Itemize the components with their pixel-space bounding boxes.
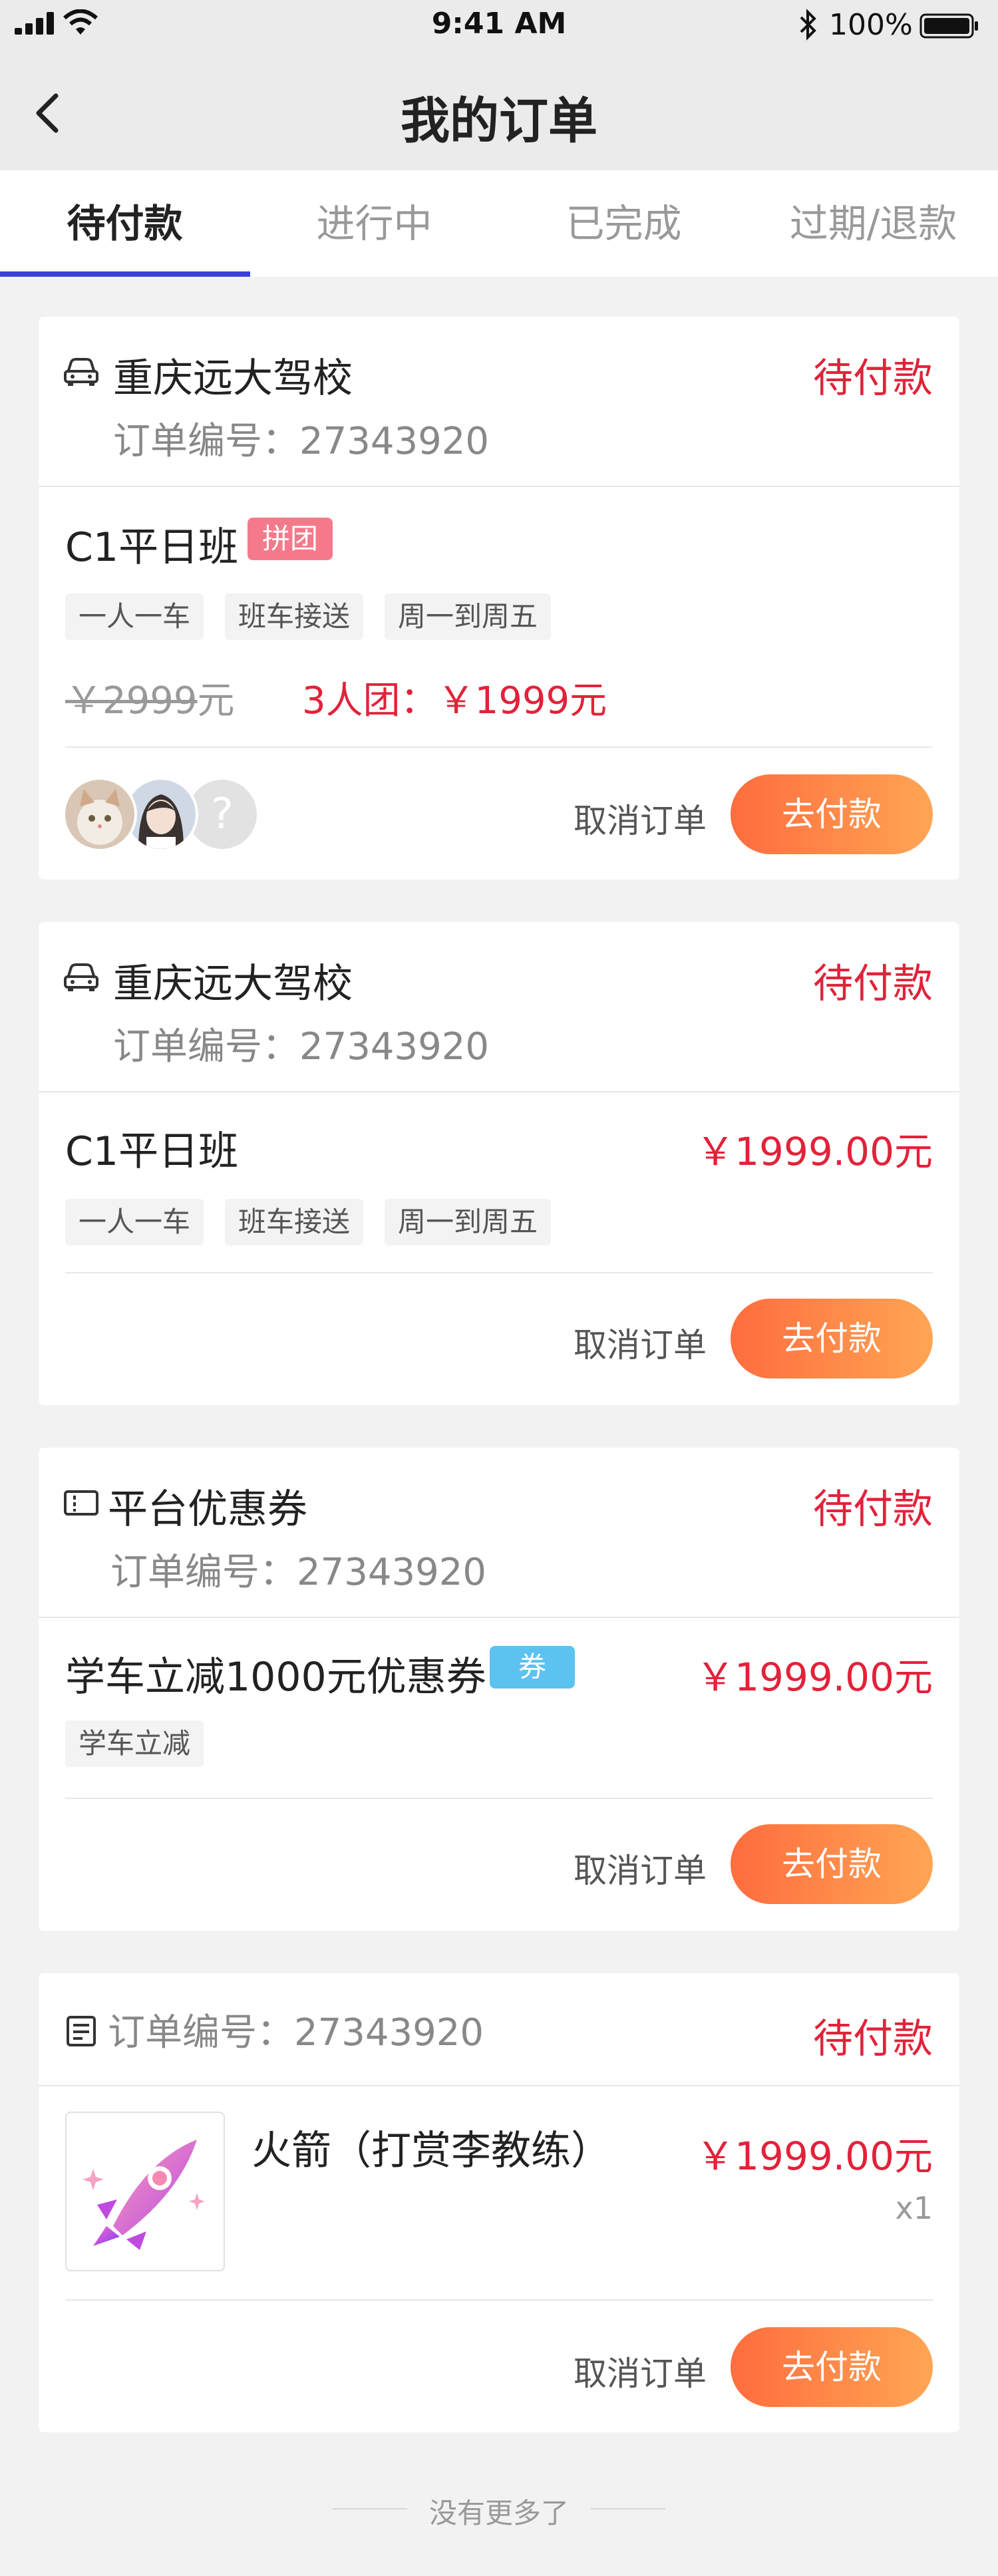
no-more-text: 没有更多了 [428, 2497, 569, 2529]
battery-icon [919, 13, 978, 39]
question-mark-icon: ? [211, 790, 234, 839]
order-status: 待付款 [813, 355, 933, 402]
status-bar: 9:41 AM 100% [0, 0, 998, 56]
product-name: C1平日班 [65, 1128, 239, 1175]
original-price-value: ￥2999 [65, 679, 198, 723]
pay-button[interactable]: 去付款 [731, 1299, 933, 1378]
order-card: 订单编号：27343920 待付款 火箭（打赏李教练） ￥1999.00元 x1… [39, 1973, 959, 2432]
tab-expired-refund[interactable]: 过期/退款 [748, 170, 998, 277]
tab-in-progress[interactable]: 进行中 [250, 170, 499, 277]
divider [65, 1272, 933, 1273]
order-card: 平台优惠券 待付款 订单编号：27343920 学车立减1000元优惠券 券 ￥… [39, 1448, 959, 1931]
order-status: 待付款 [813, 961, 933, 1007]
product-name: 学车立减1000元优惠券 [65, 1654, 486, 1700]
divider [65, 746, 933, 748]
coupon-badge: 券 [490, 1646, 575, 1689]
pay-button[interactable]: 去付款 [731, 774, 933, 854]
feature-tag: 学车立减 [65, 1720, 204, 1767]
nav-bar: 我的订单 [0, 56, 998, 170]
divider [39, 1617, 959, 1618]
quantity: x1 [895, 2190, 933, 2226]
cancel-order-button[interactable]: 取消订单 [574, 1319, 707, 1367]
feature-tag: 班车接送 [225, 1199, 364, 1245]
footer-line-right [591, 2508, 665, 2509]
cancel-order-button[interactable]: 取消订单 [574, 2347, 707, 2395]
car-icon [64, 358, 98, 386]
battery-percent: 100% [829, 8, 913, 42]
tab-indicator [0, 271, 250, 277]
product-thumbnail [65, 2112, 225, 2271]
order-number: 订单编号：27343920 [108, 2011, 484, 2054]
order-card: 重庆远大驾校 待付款 订单编号：27343920 C1平日班 ￥1999.00元… [39, 922, 959, 1405]
tab-completed[interactable]: 已完成 [499, 170, 748, 277]
original-price: ￥2999元 [65, 671, 235, 724]
order-number: 订单编号：27343920 [113, 420, 490, 463]
bluetooth-icon [800, 9, 816, 41]
feature-tag: 一人一车 [65, 1199, 204, 1245]
product-price: ￥1999.00元 [696, 1129, 933, 1174]
divider [39, 1091, 959, 1092]
feature-tag: 一人一车 [65, 593, 204, 640]
product-price: ￥1999.00元 [696, 1655, 933, 1700]
group-buy-badge: 拼团 [248, 518, 333, 560]
divider [65, 1798, 933, 1799]
shop-name: 重庆远大驾校 [113, 961, 353, 1007]
feature-tag: 班车接送 [225, 593, 364, 640]
document-icon [67, 2016, 96, 2046]
car-icon [64, 963, 98, 991]
tab-pending-payment[interactable]: 待付款 [0, 170, 250, 277]
ticket-icon [64, 1490, 98, 1516]
divider [39, 486, 959, 487]
rocket-icon [83, 2140, 205, 2250]
divider [65, 2299, 933, 2301]
pay-button[interactable]: 去付款 [731, 1824, 933, 1904]
product-name: 火箭（打赏李教练） [251, 2128, 611, 2174]
tab-bar: 待付款 进行中 已完成 过期/退款 [0, 170, 998, 277]
cat-avatar [63, 777, 137, 852]
order-number: 订单编号：27343920 [113, 1025, 490, 1068]
cancel-order-button[interactable]: 取消订单 [574, 794, 707, 842]
pay-button[interactable]: 去付款 [731, 2327, 933, 2407]
order-card: 重庆远大驾校 待付款 订单编号：27343920 C1平日班 拼团 一人一车 班… [39, 317, 959, 880]
feature-tag: 周一到周五 [385, 1199, 552, 1245]
original-price-unit: 元 [197, 679, 235, 723]
group-price: 3人团：￥1999元 [302, 679, 607, 723]
order-status: 待付款 [813, 2016, 933, 2062]
page-title: 我的订单 [401, 92, 597, 150]
product-price: ￥1999.00元 [696, 2134, 933, 2179]
feature-tag: 周一到周五 [385, 593, 552, 640]
shop-name: 重庆远大驾校 [113, 355, 353, 402]
product-name: C1平日班 [65, 524, 239, 571]
order-number: 订单编号：27343920 [110, 1551, 487, 1594]
order-status: 待付款 [813, 1486, 933, 1533]
divider [39, 2085, 959, 2086]
shop-name: 平台优惠券 [108, 1486, 307, 1533]
cancel-order-button[interactable]: 取消订单 [574, 1844, 707, 1892]
